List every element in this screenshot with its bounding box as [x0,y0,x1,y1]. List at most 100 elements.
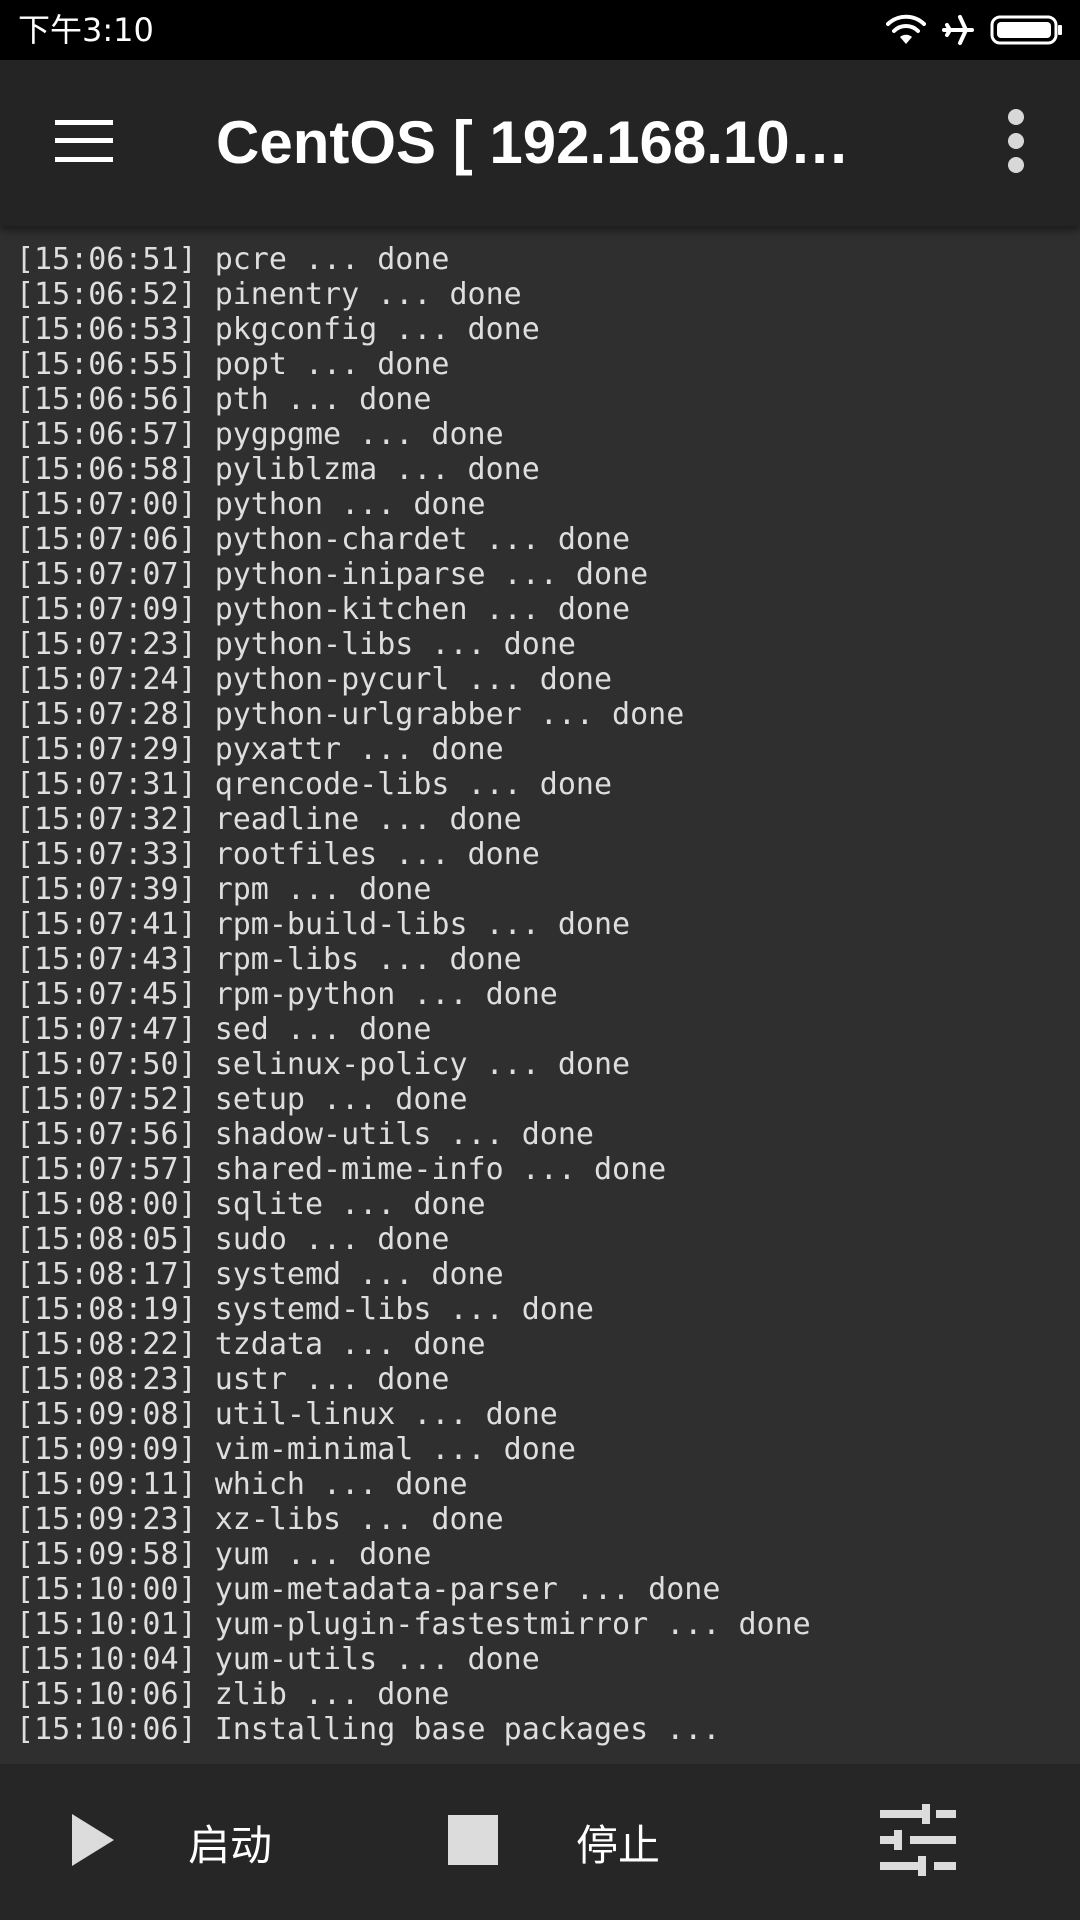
log-message: pth ... done [214,382,432,417]
more-options-button[interactable] [986,106,1046,180]
log-timestamp: [15:07:50] [16,1047,197,1082]
log-message: pyxattr ... done [214,732,504,767]
log-message: python-chardet ... done [214,522,631,557]
stop-button[interactable]: 停止 [448,1764,660,1920]
start-button[interactable]: 启动 [70,1764,272,1920]
log-separator [197,942,215,977]
log-message: sqlite ... done [214,1187,486,1222]
log-message: util-linux ... done [214,1397,558,1432]
log-timestamp: [15:07:45] [16,977,197,1012]
log-message: setup ... done [214,1082,468,1117]
log-line: [15:10:06] zlib ... done [16,1677,1080,1712]
log-timestamp: [15:06:52] [16,277,197,312]
log-separator [197,487,215,522]
wifi-icon [886,14,926,46]
log-line: [15:07:28] python-urlgrabber ... done [16,697,1080,732]
log-message: vim-minimal ... done [214,1432,576,1467]
log-separator [197,1117,215,1152]
log-line: [15:07:52] setup ... done [16,1082,1080,1117]
log-message: python-iniparse ... done [214,557,649,592]
log-timestamp: [15:09:58] [16,1537,197,1572]
log-timestamp: [15:07:23] [16,627,197,662]
log-separator [197,1467,215,1502]
log-separator [197,697,215,732]
start-label: 启动 [188,1820,273,1870]
log-timestamp: [15:06:55] [16,347,197,382]
log-separator [197,242,215,277]
log-timestamp: [15:08:17] [16,1257,197,1292]
log-timestamp: [15:07:39] [16,872,197,907]
log-separator [197,1712,215,1747]
log-message: zlib ... done [214,1677,450,1712]
log-timestamp: [15:06:58] [16,452,197,487]
log-separator [197,1607,215,1642]
log-message: which ... done [214,1467,468,1502]
log-separator [197,907,215,942]
log-message: ustr ... done [214,1362,450,1397]
log-timestamp: [15:08:05] [16,1222,197,1257]
log-line: [15:07:06] python-chardet ... done [16,522,1080,557]
log-separator [197,522,215,557]
log-timestamp: [15:07:56] [16,1117,197,1152]
status-icons [886,8,1064,52]
play-icon [70,1812,116,1872]
status-time: 下午3:10 [18,11,154,49]
log-line: [15:10:06] Installing base packages ... [16,1712,1080,1747]
log-message: readline ... done [214,802,522,837]
log-line: [15:07:24] python-pycurl ... done [16,662,1080,697]
log-separator [197,557,215,592]
log-timestamp: [15:10:04] [16,1642,197,1677]
airplane-mode-icon [940,13,976,47]
log-message: shared-mime-info ... done [214,1152,667,1187]
log-line: [15:09:08] util-linux ... done [16,1397,1080,1432]
log-separator [197,592,215,627]
log-separator [197,1502,215,1537]
log-timestamp: [15:07:28] [16,697,197,732]
log-line: [15:06:57] pygpgme ... done [16,417,1080,452]
log-message: sed ... done [214,1012,432,1047]
log-separator [197,277,215,312]
log-line: [15:10:00] yum-metadata-parser ... done [16,1572,1080,1607]
terminal-output[interactable]: [15:06:51] pcre ... done [15:06:52] pinen… [0,226,1080,1764]
log-line: [15:07:43] rpm-libs ... done [16,942,1080,977]
log-separator [197,1152,215,1187]
log-message: rootfiles ... done [214,837,540,872]
log-message: pinentry ... done [214,277,522,312]
log-separator [197,1572,215,1607]
log-message: yum-plugin-fastestmirror ... done [214,1607,811,1642]
log-timestamp: [15:07:33] [16,837,197,872]
log-separator [197,1222,215,1257]
log-timestamp: [15:07:43] [16,942,197,977]
log-timestamp: [15:07:52] [16,1082,197,1117]
log-timestamp: [15:07:29] [16,732,197,767]
hamburger-menu-icon [55,120,113,166]
log-separator [197,347,215,382]
log-timestamp: [15:09:09] [16,1432,197,1467]
log-line: [15:10:04] yum-utils ... done [16,1642,1080,1677]
log-message: systemd ... done [214,1257,504,1292]
log-separator [197,1187,215,1222]
log-separator [197,382,215,417]
more-vert-icon [1006,108,1026,178]
log-line: [15:06:52] pinentry ... done [16,277,1080,312]
log-separator [197,1362,215,1397]
log-timestamp: [15:06:57] [16,417,197,452]
log-separator [197,417,215,452]
log-separator [197,767,215,802]
log-line: [15:06:56] pth ... done [16,382,1080,417]
settings-button[interactable] [880,1764,956,1920]
log-line: [15:07:56] shadow-utils ... done [16,1117,1080,1152]
log-line: [15:08:00] sqlite ... done [16,1187,1080,1222]
log-line: [15:08:23] ustr ... done [16,1362,1080,1397]
log-line: [15:07:57] shared-mime-info ... done [16,1152,1080,1187]
log-separator [197,1047,215,1082]
log-timestamp: [15:10:01] [16,1607,197,1642]
menu-button[interactable] [40,106,128,180]
log-line: [15:07:31] qrencode-libs ... done [16,767,1080,802]
battery-icon [990,14,1064,46]
log-line: [15:07:41] rpm-build-libs ... done [16,907,1080,942]
log-message: yum ... done [214,1537,432,1572]
log-separator [197,1432,215,1467]
log-message: sudo ... done [214,1222,450,1257]
log-timestamp: [15:10:06] [16,1712,197,1747]
